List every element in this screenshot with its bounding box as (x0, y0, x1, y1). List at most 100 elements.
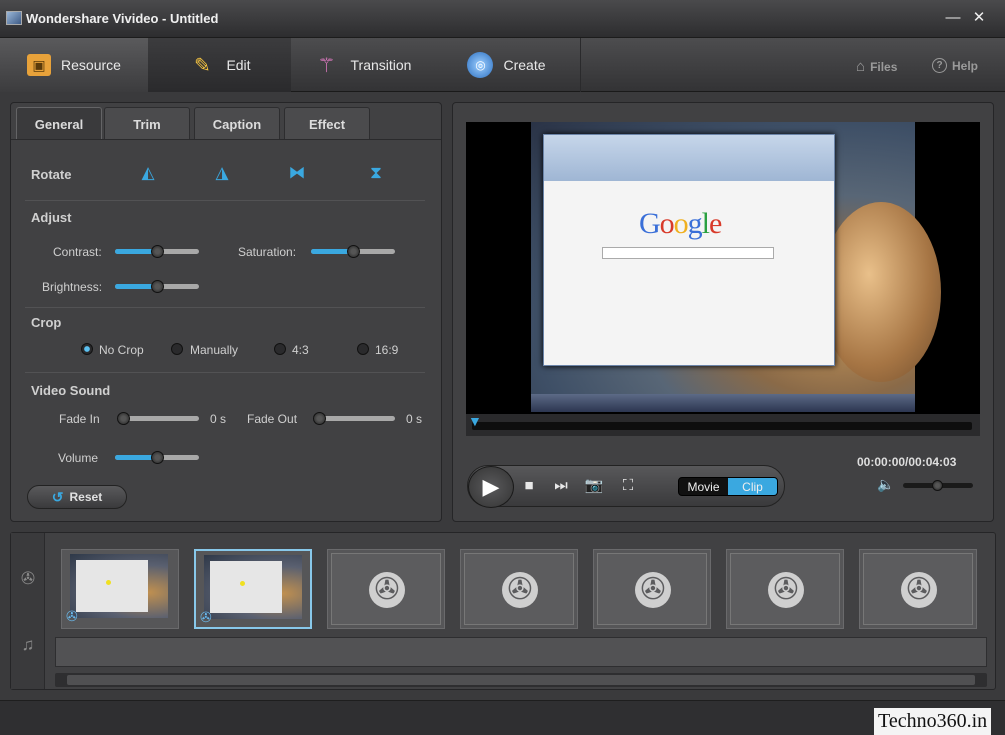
browser-window-graphic: Google (543, 134, 835, 366)
help-link[interactable]: ? Help (932, 58, 978, 73)
crop-none-label: No Crop (99, 343, 144, 357)
empty-clip-slot[interactable]: ✇ (593, 549, 711, 629)
empty-clip-slot[interactable]: ✇ (859, 549, 977, 629)
rotate-label: Rotate (31, 167, 72, 182)
brightness-label: Brightness: (42, 280, 103, 294)
speaker-icon[interactable]: 🔈 (877, 476, 894, 493)
preview-frame: Google (531, 122, 941, 412)
subtab-trim[interactable]: Trim (104, 107, 190, 140)
crop-manual-radio[interactable] (171, 343, 183, 355)
rotate-right-icon[interactable]: ◮ (211, 163, 233, 183)
divider (25, 200, 425, 201)
tab-resource[interactable]: ▣ Resource (0, 38, 148, 92)
home-icon: ⌂ (856, 58, 866, 75)
fade-in-slider[interactable] (117, 412, 199, 425)
watermark: Techno360.in (874, 708, 992, 735)
contrast-label: Contrast: (53, 245, 102, 259)
video-sound-label: Video Sound (31, 383, 111, 398)
slider-knob[interactable] (117, 412, 130, 425)
volume-slider[interactable] (115, 451, 199, 464)
main-nav: ▣ Resource ✎ Edit ⚚ Transition ◎ Create … (0, 38, 1005, 92)
brightness-slider[interactable] (115, 280, 199, 293)
clip-mode-button[interactable]: Clip (728, 478, 777, 495)
film-reel-icon: ✇ (901, 572, 937, 608)
movie-mode-button[interactable]: Movie (679, 478, 728, 495)
tab-transition[interactable]: ⚚ Transition (291, 38, 433, 92)
minimize-button[interactable]: — (944, 8, 962, 28)
crop-4-3-label: 4:3 (292, 343, 309, 357)
help-icon: ? (932, 58, 947, 73)
crop-label: Crop (31, 315, 62, 330)
subtab-caption[interactable]: Caption (194, 107, 280, 140)
slider-knob[interactable] (347, 245, 360, 258)
close-button[interactable]: ✕ (970, 8, 988, 28)
next-frame-icon[interactable]: ⏭ (550, 474, 572, 498)
empty-clip-slot[interactable]: ✇ (726, 549, 844, 629)
tab-transition-label: Transition (350, 57, 412, 73)
storyboard: ✇ ♫ ✇ ✇ ✇ ✇ ✇ ✇ ✇ (10, 532, 996, 690)
magic-wand-icon: ⚚ (317, 54, 336, 77)
timecode: 00:00:00/00:04:03 (857, 455, 957, 469)
fade-out-value: 0 s (406, 412, 423, 426)
files-link[interactable]: ⌂ Files (856, 58, 897, 75)
subtab-general[interactable]: General (16, 107, 102, 140)
horizontal-scrollbar[interactable] (55, 673, 987, 687)
rotate-left-icon[interactable]: ◭ (137, 163, 159, 183)
reset-label: Reset (69, 490, 103, 504)
crop-none-radio[interactable] (81, 343, 93, 355)
browser-toolbar-graphic (544, 135, 834, 181)
slider-knob[interactable] (932, 480, 943, 491)
crop-4-3-radio[interactable] (274, 343, 286, 355)
contrast-slider[interactable] (115, 245, 199, 258)
help-label: Help (952, 58, 979, 73)
timeline-track[interactable] (472, 422, 972, 430)
film-reel-icon: ✇ (635, 572, 671, 608)
empty-clip-slot[interactable]: ✇ (460, 549, 578, 629)
crop-16-9-radio[interactable] (357, 343, 369, 355)
saturation-label: Saturation: (238, 245, 297, 259)
clip-thumbnail[interactable]: ✇ (61, 549, 179, 629)
play-button[interactable]: ▶ (468, 466, 514, 508)
tab-edit[interactable]: ✎ Edit (148, 38, 291, 92)
tab-edit-label: Edit (226, 57, 251, 73)
saturation-slider[interactable] (311, 245, 395, 258)
flip-vertical-icon[interactable]: ⧗ (365, 163, 387, 183)
slider-knob[interactable] (313, 412, 326, 425)
video-preview: Google (466, 122, 980, 414)
slider-knob[interactable] (151, 280, 164, 293)
subtab-effect[interactable]: Effect (284, 107, 370, 140)
playhead-icon[interactable]: ▼ (468, 414, 482, 432)
film-reel-icon: ✇ (768, 572, 804, 608)
mode-toggle[interactable]: Movie Clip (678, 477, 778, 496)
film-reel-icon: ✇ (200, 609, 212, 625)
empty-clip-slot[interactable]: ✇ (327, 549, 445, 629)
track-tabs: ✇ ♫ (11, 533, 45, 689)
window-title: Wondershare Vivideo - Untitled (26, 11, 219, 26)
stop-icon[interactable]: ■ (518, 474, 540, 498)
reset-icon: ↺ (51, 488, 64, 505)
tab-create[interactable]: ◎ Create (433, 38, 581, 92)
clip-thumbnail-selected[interactable]: ✇ (194, 549, 312, 629)
scrollbar-thumb[interactable] (67, 675, 975, 685)
music-note-icon[interactable]: ♫ (18, 635, 38, 655)
player-volume-slider[interactable] (903, 480, 973, 491)
slider-knob[interactable] (151, 451, 164, 464)
title-bar: Wondershare Vivideo - Untitled — ✕ (0, 0, 1005, 38)
slider-knob[interactable] (151, 245, 164, 258)
subtab-divider (11, 139, 441, 140)
divider (25, 307, 425, 308)
crop-manual-label: Manually (190, 343, 239, 357)
flip-horizontal-icon[interactable]: ⧓ (286, 163, 308, 183)
fade-out-slider[interactable] (313, 412, 395, 425)
film-reel-icon[interactable]: ✇ (18, 569, 38, 589)
timeline[interactable]: ▼ (466, 414, 980, 436)
globe-icon: ◎ (467, 52, 494, 78)
fullscreen-icon[interactable]: ⛶ (617, 474, 639, 498)
audio-track[interactable] (55, 637, 987, 667)
stone-graphic (821, 202, 941, 382)
reset-button[interactable]: ↺ Reset (27, 485, 127, 509)
snapshot-icon[interactable]: 📷 (583, 474, 605, 498)
film-reel-icon: ✇ (502, 572, 538, 608)
crop-16-9-label: 16:9 (375, 343, 399, 357)
google-search-box-graphic (602, 247, 774, 259)
